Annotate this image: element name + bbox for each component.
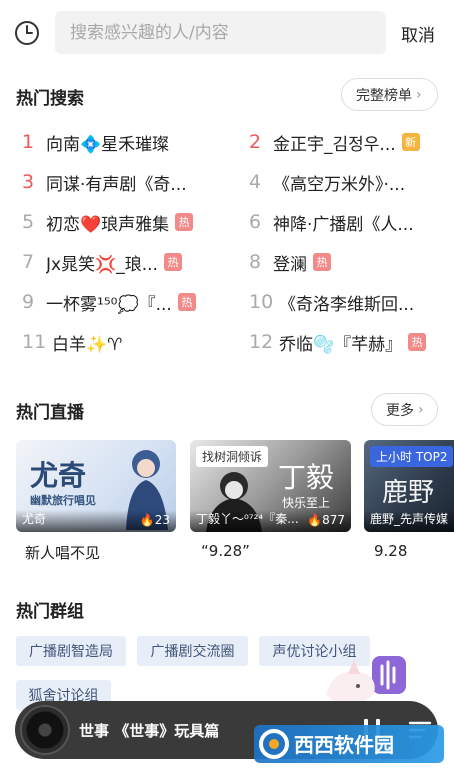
live-card-art-title: 尤奇 <box>30 459 87 492</box>
hot-search-rank: 3 <box>22 171 35 193</box>
hot-search-text: 金正宇_김정우... <box>273 134 396 155</box>
hot-search-rank: 4 <box>249 171 262 193</box>
group-chip[interactable]: 广播剧交流圈 <box>137 636 248 666</box>
hot-search-item[interactable]: 5 初恋❤️琅声雅集热 <box>22 208 194 236</box>
live-caption: 新人唱不见 <box>25 544 101 562</box>
hot-search-item[interactable]: 11 白羊✨♈ <box>22 328 122 356</box>
hot-badge: 热 <box>163 253 182 271</box>
hot-search-rank: 2 <box>249 131 262 153</box>
streamer-name: 尤奇 <box>22 512 47 526</box>
now-playing-title: 世事 《世事》玩具篇 <box>79 722 220 740</box>
hot-search-item[interactable]: 10 《奇洛李维斯回... <box>249 288 414 316</box>
hot-search-text: 《高空万米外》·... <box>273 174 406 195</box>
hot-badge: 热 <box>177 293 196 311</box>
hot-search-text: 一杯雾¹⁵⁰💭『... <box>46 294 172 315</box>
more-live-label: 更多 <box>386 402 414 419</box>
hot-search-title: 热门搜索 <box>16 89 84 109</box>
hot-search-text: 乔临🫧『芊赫』 <box>279 334 403 355</box>
viewer-count: 🔥23 <box>139 513 170 527</box>
top-bar: 取消 <box>0 0 454 66</box>
hot-search-text: 神降·广播剧《人... <box>273 214 414 235</box>
chevron-right-icon: › <box>418 401 424 418</box>
site-watermark-logo: 西西软件园 <box>254 725 444 763</box>
live-tag: 上小时 TOP2 <box>370 446 454 467</box>
chevron-right-icon: › <box>416 86 422 103</box>
live-card-art-subtitle: 幽默旅行唱见 <box>30 494 96 507</box>
live-card-art-title: 鹿野 <box>382 478 435 508</box>
hot-groups-title: 热门群组 <box>16 602 84 622</box>
hot-search-rank: 5 <box>22 211 35 233</box>
streamer-name: 丁毅丫～⁰⁷²⁴『秦... <box>196 512 299 526</box>
more-live-button[interactable]: 更多 › <box>371 393 438 426</box>
live-card[interactable]: 上小时 TOP2 鹿野 鹿野_先声传媒 <box>364 440 454 532</box>
hot-search-text: 初恋❤️琅声雅集 <box>46 214 170 235</box>
history-clock-icon[interactable] <box>14 20 40 46</box>
full-ranking-button[interactable]: 完整榜单 › <box>341 78 438 111</box>
hot-search-item[interactable]: 9 一杯雾¹⁵⁰💭『... 热 <box>22 288 196 316</box>
hot-search-text: 同谋·有声剧《奇... <box>46 174 187 195</box>
hot-search-rank: 6 <box>249 211 262 233</box>
svg-text:西西软件园: 西西软件园 <box>294 733 394 757</box>
group-chip[interactable]: 广播剧智造局 <box>16 636 126 666</box>
hot-search-rank: 7 <box>22 251 35 273</box>
full-ranking-label: 完整榜单 <box>356 87 412 104</box>
hot-search-text: 《奇洛李维斯回... <box>279 294 415 315</box>
hot-search-item[interactable]: 7 Jx晁笑💢_琅... 热 <box>22 248 182 276</box>
hot-search-rank: 12 <box>249 331 274 353</box>
live-card[interactable]: 尤奇 幽默旅行唱见 尤奇 🔥23 <box>16 440 176 532</box>
hot-search-text: 向南💠星禾璀璨 <box>46 134 170 155</box>
hot-badge: 热 <box>175 213 194 231</box>
hot-search-item[interactable]: 2 金正宇_김정우... 新 <box>249 128 420 156</box>
search-input[interactable] <box>55 11 386 54</box>
hot-search-rank: 10 <box>249 291 274 313</box>
hot-search-rank: 11 <box>22 331 47 353</box>
live-card-art-title: 丁毅 <box>278 461 335 494</box>
new-badge: 新 <box>401 133 420 151</box>
streamer-name: 鹿野_先声传媒 <box>370 512 449 526</box>
live-card[interactable]: 找树洞倾诉 丁毅 快乐至上 丁毅丫～⁰⁷²⁴『秦... 🔥877 <box>190 440 351 532</box>
hot-search-text: 白羊✨♈ <box>52 334 123 355</box>
live-card-art-subtitle: 快乐至上 <box>282 496 331 510</box>
live-caption: 9.28 <box>374 542 408 560</box>
hot-search-text: 登澜 <box>273 254 307 275</box>
album-disc-icon <box>20 705 70 755</box>
viewer-count: 🔥877 <box>307 513 345 527</box>
hot-search-item[interactable]: 3 同谋·有声剧《奇... <box>22 168 187 196</box>
hot-live-title: 热门直播 <box>16 403 84 423</box>
hot-search-item[interactable]: 12 乔临🫧『芊赫』热 <box>249 328 427 356</box>
hot-search-item[interactable]: 4 《高空万米外》·... <box>249 168 405 196</box>
flame-icon: 🔥 <box>307 513 323 527</box>
flame-icon: 🔥 <box>139 513 155 527</box>
hot-search-rank: 9 <box>22 291 35 313</box>
hot-badge: 热 <box>408 333 427 351</box>
hot-search-rank: 1 <box>22 131 35 153</box>
hot-badge: 热 <box>313 253 331 271</box>
live-caption: “9.28” <box>201 542 250 560</box>
hot-search-item[interactable]: 8 登澜热 <box>249 248 331 276</box>
hot-search-item[interactable]: 1 向南💠星禾璀璨 <box>22 128 169 156</box>
hot-search-item[interactable]: 6 神降·广播剧《人... <box>249 208 414 236</box>
cancel-button[interactable]: 取消 <box>401 21 435 46</box>
hot-search-rank: 8 <box>249 251 262 273</box>
hot-search-text: Jx晁笑💢_琅... <box>46 254 158 275</box>
